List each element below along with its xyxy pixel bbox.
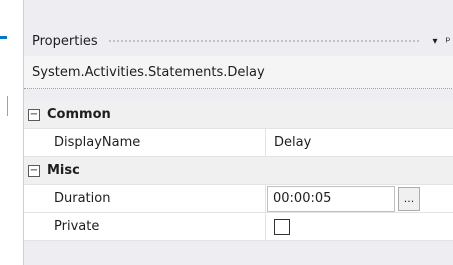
- category-label: Common: [47, 107, 111, 122]
- property-name: Duration: [24, 185, 266, 212]
- properties-panel: Properties ▾ ᵖ System.Activities.Stateme…: [23, 0, 453, 265]
- tab-accent: [0, 36, 7, 39]
- duration-input[interactable]: 00:00:05: [267, 185, 395, 212]
- properties-titlebar[interactable]: Properties ▾ ᵖ: [24, 28, 453, 54]
- duration-value: 00:00:05: [273, 191, 332, 206]
- displayname-value[interactable]: Delay: [266, 129, 453, 156]
- private-cell: [266, 213, 453, 240]
- property-name: DisplayName: [24, 129, 266, 156]
- selected-object: System.Activities.Statements.Delay: [24, 56, 453, 89]
- pin-icon[interactable]: ᵖ: [442, 34, 453, 48]
- category-common[interactable]: − Common: [24, 101, 453, 129]
- panel-title: Properties: [32, 33, 98, 49]
- dropdown-icon[interactable]: ▾: [428, 36, 442, 47]
- category-misc[interactable]: − Misc: [24, 157, 453, 185]
- title-grip: [107, 38, 420, 44]
- property-row-duration[interactable]: Duration 00:00:05 ...: [24, 185, 453, 213]
- duration-cell: 00:00:05 ...: [266, 185, 453, 212]
- property-grid: − Common DisplayName Delay − Misc Durati…: [24, 101, 453, 241]
- ellipsis-button[interactable]: ...: [398, 186, 420, 211]
- collapse-icon[interactable]: −: [28, 108, 40, 121]
- private-checkbox[interactable]: [274, 218, 290, 235]
- property-row-private[interactable]: Private: [24, 213, 453, 241]
- object-type-label: System.Activities.Statements.Delay: [32, 64, 265, 80]
- left-edge: [0, 0, 23, 265]
- property-row-displayname[interactable]: DisplayName Delay: [24, 129, 453, 157]
- property-name: Private: [24, 213, 266, 240]
- splitter[interactable]: [7, 96, 12, 116]
- collapse-icon[interactable]: −: [28, 164, 40, 177]
- category-label: Misc: [47, 163, 80, 178]
